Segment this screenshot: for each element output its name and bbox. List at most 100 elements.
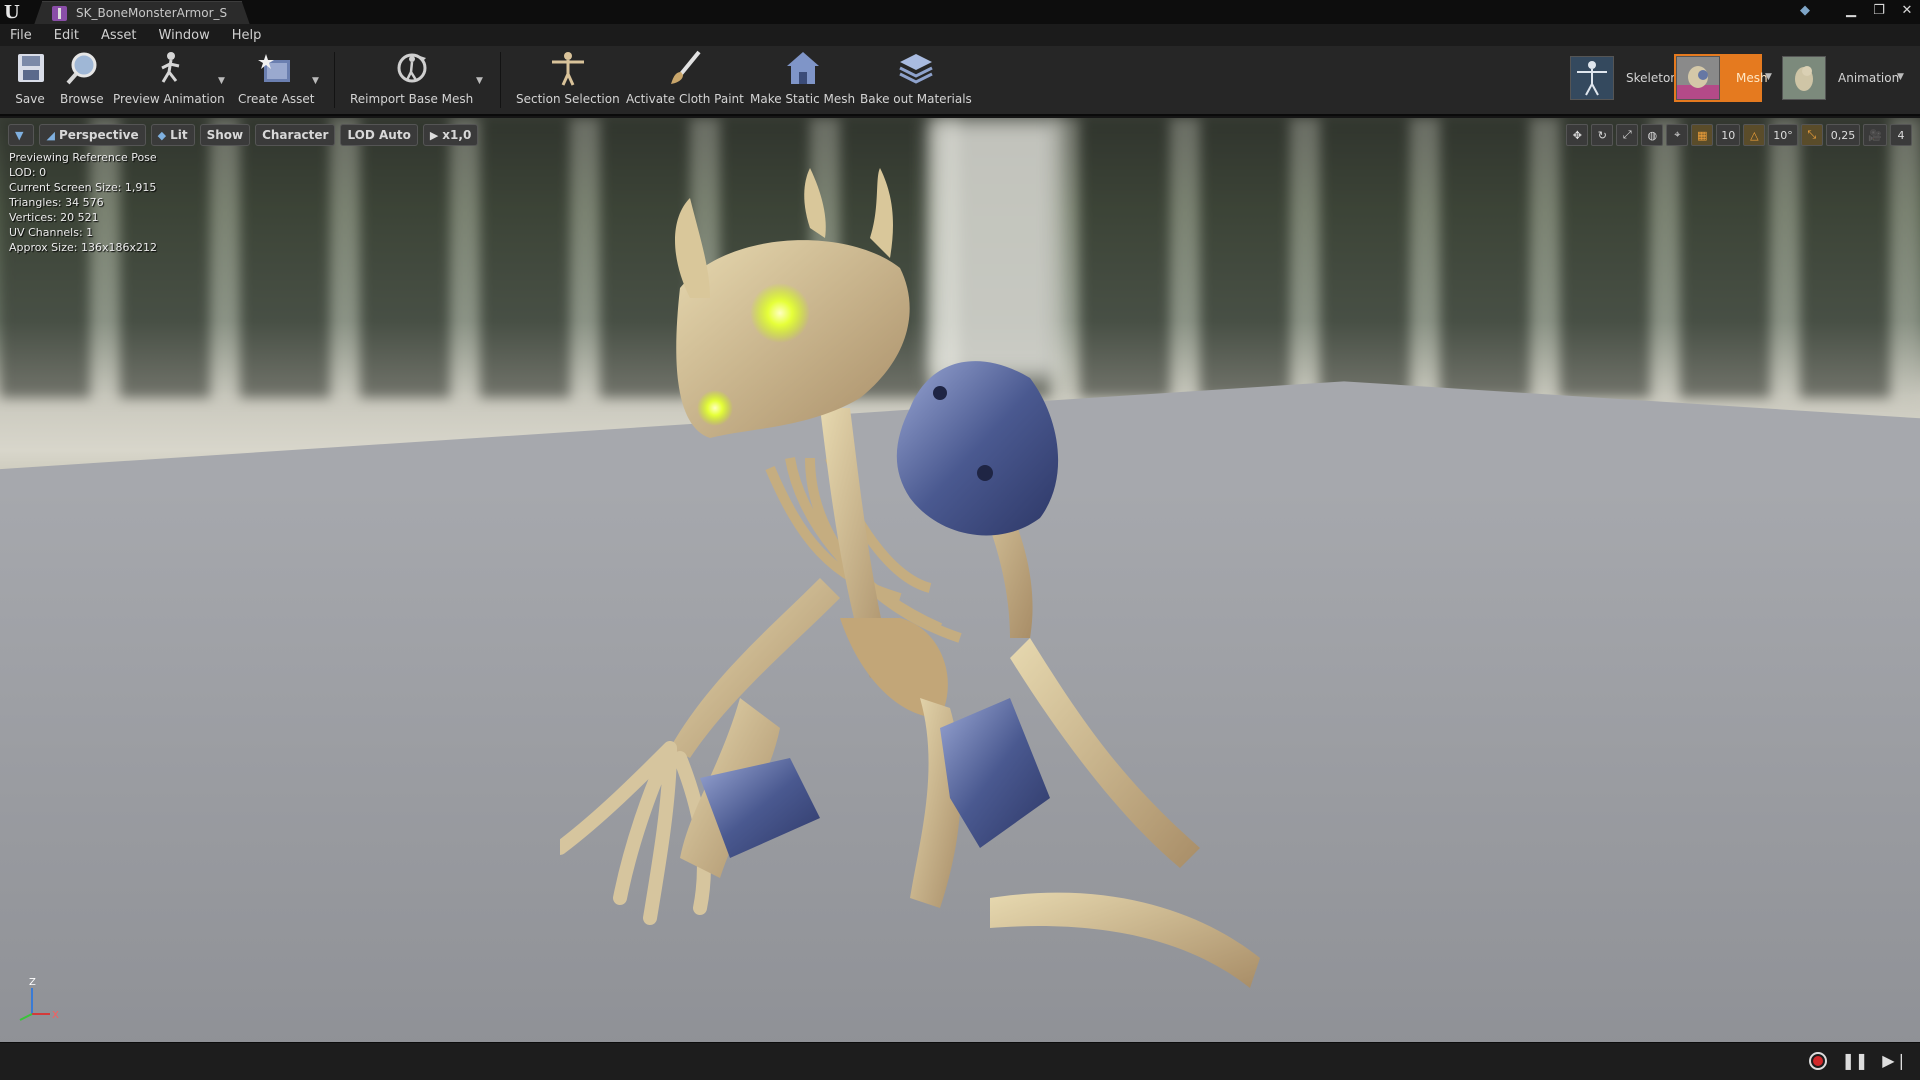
left-eye-glow [697,390,733,426]
skeleton-mode-label: Skeleton [1626,71,1678,85]
scale-snap-icon[interactable]: ⤡ [1800,124,1823,146]
paintbrush-icon [665,50,705,88]
menu-help[interactable]: Help [232,28,262,43]
chevron-down-icon: ▼ [15,128,24,142]
camera-speed-icon[interactable]: 🎥 [1863,124,1887,146]
camera-speed-value[interactable]: 4 [1890,124,1912,146]
mesh-thumbnail-icon [1676,56,1720,100]
rotation-snap-value[interactable]: 10° [1768,124,1798,146]
unreal-logo-icon[interactable]: U [4,2,26,23]
stats-screen-size: Current Screen Size: 1,915 [9,181,157,194]
create-asset-icon [256,50,296,88]
preview-animation-label: Preview Animation [113,92,225,106]
record-icon[interactable] [1809,1051,1828,1070]
stats-lod: LOD: 0 [9,166,47,179]
preview-animation-button[interactable]: Preview Animation [113,50,225,112]
perspective-button[interactable]: ◢ Perspective [39,124,146,146]
lit-sphere-icon: ◆ [157,128,167,142]
mesh-mode-dropdown-icon[interactable]: ▼ [1765,72,1772,82]
document-tab-label: SK_BoneMonsterArmor_S [76,6,228,20]
perspective-label: Perspective [58,128,139,142]
document-tab[interactable]: SK_BoneMonsterArmor_S [34,1,250,25]
browse-button[interactable]: Browse [60,50,104,112]
show-label: Show [206,128,244,142]
save-icon [10,50,50,88]
minimize-icon[interactable]: ▁ [1842,3,1860,19]
activate-cloth-paint-button[interactable]: Activate Cloth Paint [626,50,744,112]
create-asset-label: Create Asset [238,92,315,106]
stats-preview-mode: Previewing Reference Pose [9,151,157,164]
menu-asset[interactable]: Asset [101,28,137,43]
restore-icon[interactable]: ❐ [1870,3,1888,19]
toolbar-separator [500,52,501,108]
section-selection-button[interactable]: Section Selection [516,50,620,112]
play-rate-button[interactable]: ▶ x1,0 [422,124,479,146]
viewport-toolbar-left: ▼ ◢ Perspective ◆ Lit Show Character LOD A… [8,124,479,146]
reimport-icon [392,50,432,88]
axis-z-label: Z [29,977,36,988]
main-toolbar: Save Browse Preview Animation ▼ Create A… [0,46,1920,116]
preview-animation-dropdown-icon[interactable]: ▼ [218,76,225,86]
create-asset-button[interactable]: Create Asset [238,50,315,112]
menu-window[interactable]: Window [159,28,210,43]
animation-mode-label: Animation [1838,71,1900,85]
menu-edit[interactable]: Edit [54,28,79,43]
grid-snap-value[interactable]: 10 [1716,124,1741,146]
stats-vertices: Vertices: 20 521 [9,211,99,224]
viewport-toolbar-right: ✥ ↻ ⤢ ◍ ⌖ ▦ 10 △ 10° ⤡ 0,25 🎥 4 [1566,124,1912,146]
play-icon: ▶ [429,128,439,142]
activate-cloth-paint-label: Activate Cloth Paint [626,92,744,106]
world-local-icon[interactable]: ◍ [1641,124,1664,146]
reimport-base-mesh-label: Reimport Base Mesh [350,92,474,106]
scale-mode-icon[interactable]: ⤢ [1616,124,1639,146]
magnifier-icon [62,50,102,88]
stats-uv-channels: UV Channels: 1 [9,226,94,239]
armor-rivet [977,465,993,481]
translate-mode-icon[interactable]: ✥ [1566,124,1589,146]
section-selection-label: Section Selection [516,92,620,106]
perspective-icon: ◢ [46,128,55,142]
lod-button[interactable]: LOD Auto [340,124,418,146]
right-forearm [1010,638,1200,868]
mesh-stats-overlay: Previewing Reference Pose LOD: 0 Current… [9,150,157,255]
close-icon[interactable]: ✕ [1898,3,1916,19]
animation-thumbnail-icon [1782,56,1826,100]
mesh-mode-button[interactable]: Mesh [1674,54,1768,102]
lit-label: Lit [170,128,188,142]
grid-snap-icon[interactable]: ▦ [1691,124,1714,146]
rotate-mode-icon[interactable]: ↻ [1591,124,1614,146]
show-button[interactable]: Show [199,124,251,146]
running-figure-icon [149,50,189,88]
save-label: Save [15,92,45,106]
make-static-mesh-button[interactable]: Make Static Mesh [750,50,855,112]
create-asset-dropdown-icon[interactable]: ▼ [312,76,319,86]
rotation-snap-icon[interactable]: △ [1743,124,1766,146]
character-label: Character [262,128,329,142]
bone-monster-mesh[interactable] [560,158,1560,1042]
playback-controls: ❚❚ ▶❘ [1809,1051,1908,1070]
pause-icon[interactable]: ❚❚ [1841,1051,1868,1070]
reimport-dropdown-icon[interactable]: ▼ [476,76,483,86]
lit-button[interactable]: ◆ Lit [150,124,195,146]
save-button[interactable]: Save [10,50,50,112]
animation-mode-button[interactable]: Animation [1782,54,1899,102]
notification-icon[interactable]: ◆ [1800,3,1818,19]
viewport-options-button[interactable]: ▼ [8,124,35,146]
skeleton-mode-button[interactable]: Skeleton [1570,54,1678,102]
axis-x-label: X [52,1010,59,1021]
bake-out-materials-button[interactable]: Bake out Materials [860,50,972,112]
menu-file[interactable]: File [10,28,32,43]
reimport-base-mesh-button[interactable]: Reimport Base Mesh [350,50,473,112]
animation-mode-dropdown-icon[interactable]: ▼ [1897,72,1904,82]
surface-snap-icon[interactable]: ⌖ [1666,124,1689,146]
skeleton-thumbnail-icon [1570,56,1614,100]
viewport[interactable]: ▼ ◢ Perspective ◆ Lit Show Character LOD A… [0,118,1920,1042]
scale-snap-value[interactable]: 0,25 [1825,124,1861,146]
stats-approx-size: Approx Size: 136x186x212 [9,241,157,254]
make-static-mesh-label: Make Static Mesh [750,92,856,106]
step-forward-icon[interactable]: ▶❘ [1882,1051,1908,1070]
lod-label: LOD Auto [347,128,411,142]
timeline-bar[interactable]: ❚❚ ▶❘ [0,1042,1920,1080]
character-button[interactable]: Character [255,124,336,146]
axis-gizmo-icon: Z X [19,977,59,1021]
